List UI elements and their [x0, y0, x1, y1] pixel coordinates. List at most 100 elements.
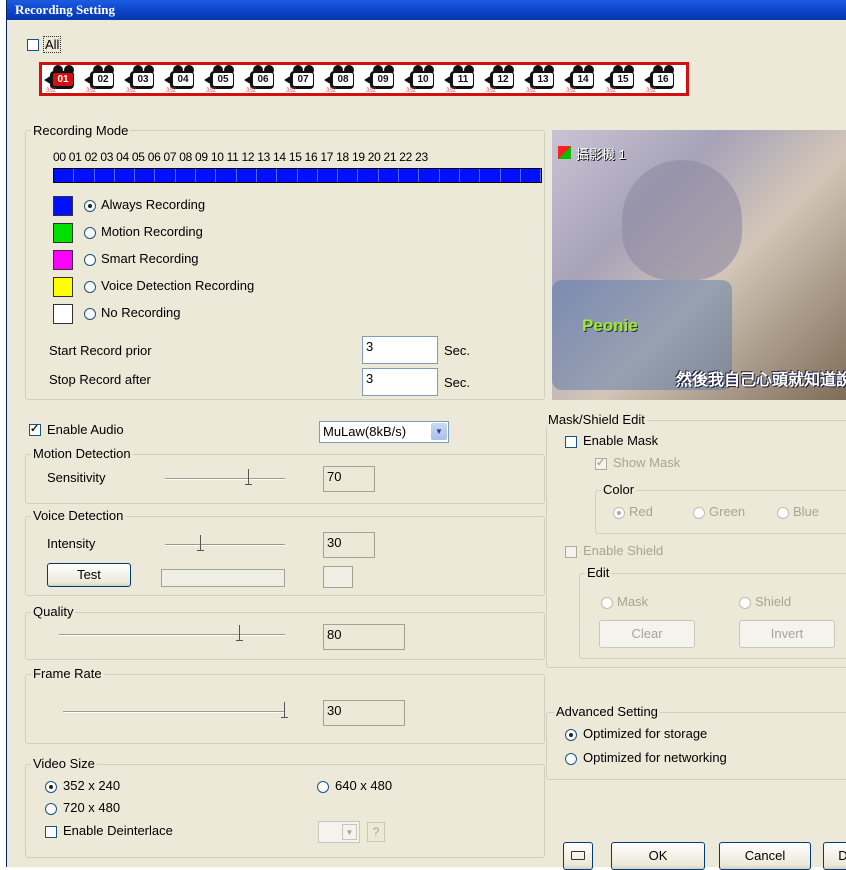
- hour-segment[interactable]: [277, 169, 298, 182]
- camera-button-05[interactable]: 05 352: [204, 65, 244, 94]
- hour-segment[interactable]: [257, 169, 278, 182]
- camera-button-07[interactable]: 07 352: [284, 65, 324, 94]
- hour-segment[interactable]: [440, 169, 460, 182]
- hour-segment[interactable]: [196, 169, 217, 182]
- hour-segment[interactable]: [95, 169, 115, 182]
- motion-detection-title: Motion Detection: [31, 446, 133, 461]
- camera-button-08[interactable]: 08 352: [324, 65, 364, 94]
- hour-segment[interactable]: [358, 169, 379, 182]
- mode-radio[interactable]: [84, 200, 96, 212]
- camera-button-16[interactable]: 16 352: [644, 65, 684, 94]
- clear-button[interactable]: Clear: [599, 620, 695, 648]
- schedule-timebar[interactable]: [53, 168, 542, 183]
- edit-title: Edit: [585, 565, 612, 580]
- hour-segment[interactable]: [338, 169, 359, 182]
- hour-segment[interactable]: [521, 169, 542, 182]
- intensity-slider-thumb[interactable]: [197, 535, 204, 551]
- default-button[interactable]: D: [823, 842, 846, 870]
- hour-segment[interactable]: [399, 169, 420, 182]
- hour-segment[interactable]: [135, 169, 156, 182]
- camera-button-12[interactable]: 12 352: [484, 65, 524, 94]
- mode-radio[interactable]: [84, 281, 96, 293]
- help-button[interactable]: ?: [367, 822, 385, 842]
- hour-segment[interactable]: [54, 169, 75, 182]
- size-640-radio[interactable]: [317, 781, 329, 793]
- hour-segment[interactable]: [379, 169, 400, 182]
- mode-radio[interactable]: [84, 227, 96, 239]
- stop-after-input[interactable]: 3: [362, 368, 438, 396]
- frame-rate-title: Frame Rate: [31, 666, 104, 681]
- deinterlace-select[interactable]: ▼: [318, 821, 360, 843]
- sensitivity-slider-thumb[interactable]: [245, 469, 252, 485]
- hour-segment[interactable]: [318, 169, 339, 182]
- color-blue-label: Blue: [793, 504, 820, 519]
- quality-slider[interactable]: [59, 634, 285, 636]
- camera-button-01[interactable]: 01 352: [44, 65, 84, 94]
- voice-indicator: [323, 566, 353, 588]
- intensity-value: 30: [323, 532, 375, 558]
- mode-radio[interactable]: [84, 308, 96, 320]
- intensity-slider[interactable]: [165, 544, 285, 546]
- cancel-button[interactable]: Cancel: [719, 842, 811, 870]
- camera-button-04[interactable]: 04 352: [164, 65, 204, 94]
- window-title: Recording Setting: [7, 0, 846, 20]
- advanced-setting-title: Advanced Setting: [554, 704, 660, 719]
- audio-codec-select[interactable]: MuLaw(8kB/s) ▼: [319, 421, 449, 443]
- invert-button[interactable]: Invert: [739, 620, 835, 648]
- hour-segment[interactable]: [216, 169, 237, 182]
- enable-deinterlace-checkbox[interactable]: [45, 826, 57, 838]
- optimized-networking-radio[interactable]: [565, 753, 577, 765]
- sensitivity-slider[interactable]: [165, 478, 285, 480]
- optimized-storage-label: Optimized for storage: [583, 726, 708, 741]
- edit-shield-radio[interactable]: [739, 597, 751, 609]
- camera-button-14[interactable]: 14 352: [564, 65, 604, 94]
- hour-segment[interactable]: [115, 169, 136, 182]
- hour-segment[interactable]: [419, 169, 440, 182]
- start-prior-unit: Sec.: [444, 343, 471, 358]
- start-prior-input[interactable]: 3: [362, 336, 438, 364]
- camera-button-13[interactable]: 13 352: [524, 65, 564, 94]
- start-prior-label: Start Record prior: [49, 343, 152, 358]
- camera-button-06[interactable]: 06 352: [244, 65, 284, 94]
- hour-segment[interactable]: [501, 169, 521, 182]
- hour-segment[interactable]: [460, 169, 481, 182]
- camera-button-03[interactable]: 03 352: [124, 65, 164, 94]
- recording-setting-window: Recording Setting All 01 352 02 352 03 352 04 3…: [6, 0, 846, 870]
- mode-radio[interactable]: [84, 254, 96, 266]
- camera-button-02[interactable]: 02 352: [84, 65, 124, 94]
- enable-mask-checkbox[interactable]: [565, 436, 577, 448]
- camera-button-15[interactable]: 15 352: [604, 65, 644, 94]
- camera-number: 12: [493, 73, 513, 86]
- frame-rate-slider[interactable]: [63, 711, 285, 713]
- test-button[interactable]: Test: [47, 563, 131, 587]
- camera-button-09[interactable]: 09 352: [364, 65, 404, 94]
- show-mask-checkbox[interactable]: [595, 456, 607, 470]
- quality-slider-thumb[interactable]: [236, 625, 243, 641]
- all-checkbox[interactable]: [27, 39, 39, 51]
- hour-segment[interactable]: [480, 169, 501, 182]
- optimized-storage-radio[interactable]: [565, 729, 577, 741]
- color-green-radio[interactable]: [693, 507, 705, 519]
- optimized-networking-label: Optimized for networking: [583, 750, 727, 765]
- hour-segment[interactable]: [155, 169, 176, 182]
- edit-mask-radio[interactable]: [601, 597, 613, 609]
- size-352-radio[interactable]: [45, 781, 57, 793]
- hour-segment[interactable]: [74, 169, 95, 182]
- ok-button[interactable]: OK: [611, 842, 705, 870]
- frame-rate-slider-thumb[interactable]: [281, 702, 288, 718]
- hour-segment[interactable]: [237, 169, 257, 182]
- enable-shield-checkbox[interactable]: [565, 546, 577, 558]
- color-blue-radio[interactable]: [777, 507, 789, 519]
- chevron-down-icon: ▼: [342, 824, 357, 840]
- color-red-radio[interactable]: [613, 507, 625, 519]
- keyboard-button[interactable]: [563, 842, 593, 870]
- camera-resolution: 352: [286, 88, 297, 94]
- camera-button-11[interactable]: 11 352: [444, 65, 484, 94]
- camera-button-10[interactable]: 10 352: [404, 65, 444, 94]
- size-720-radio[interactable]: [45, 803, 57, 815]
- camera-number: 11: [453, 73, 473, 86]
- show-mask-label: Show Mask: [613, 455, 681, 470]
- enable-audio-checkbox[interactable]: [29, 422, 41, 436]
- hour-segment[interactable]: [298, 169, 318, 182]
- hour-segment[interactable]: [176, 169, 197, 182]
